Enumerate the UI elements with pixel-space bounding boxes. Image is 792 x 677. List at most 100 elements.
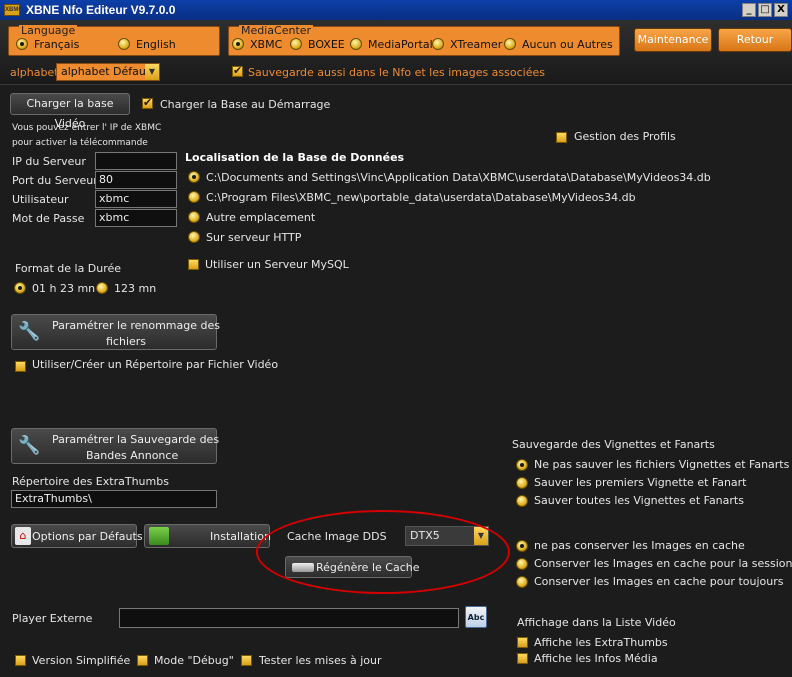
- radio-cache-session[interactable]: [516, 558, 528, 570]
- debug-mode-checkbox[interactable]: [137, 655, 148, 666]
- retour-button[interactable]: Retour: [718, 28, 792, 52]
- radio-xtreamer[interactable]: [432, 38, 444, 50]
- load-on-start-checkbox[interactable]: [142, 96, 153, 109]
- cache-session-label: Conserver les Images en cache pour la se…: [534, 557, 792, 570]
- close-button[interactable]: X: [774, 3, 788, 17]
- chevron-down-icon: ▼: [145, 64, 159, 80]
- trailers-button-line1: Paramétrer la Sauvegarde des: [52, 433, 220, 446]
- highlight-ellipse: [256, 510, 510, 594]
- simple-version-label: Version Simplifiée: [32, 654, 131, 667]
- language-label: Language: [19, 24, 78, 37]
- ip-input[interactable]: [95, 152, 177, 170]
- port-input[interactable]: 80: [95, 171, 177, 189]
- cache-none-label: ne pas conserver les Images en cache: [534, 539, 745, 552]
- ip-label: IP du Serveur: [12, 155, 86, 168]
- user-label: Utilisateur: [12, 193, 69, 206]
- thumbs-first-label: Sauver les premiers Vignette et Fanart: [534, 476, 747, 489]
- mysql-checkbox[interactable]: [188, 259, 199, 270]
- maximize-button[interactable]: □: [758, 3, 772, 17]
- trailers-settings-button[interactable]: 🔧 Paramétrer la Sauvegarde des Bandes An…: [11, 428, 220, 464]
- mediacenter-mediaportal-label: MediaPortal: [368, 38, 433, 51]
- trailers-button-line2: Bandes Annonce: [86, 449, 179, 462]
- radio-duration-hmn[interactable]: [14, 282, 26, 294]
- radio-duration-mn[interactable]: [96, 282, 108, 294]
- language-francais-label: Français: [34, 38, 80, 51]
- radio-thumbs-first[interactable]: [516, 477, 528, 489]
- install-icon: [149, 527, 169, 545]
- db-location-http-label: Sur serveur HTTP: [206, 231, 302, 244]
- duration-mn-label: 123 mn: [114, 282, 157, 295]
- radio-db-location-other[interactable]: [188, 211, 200, 223]
- profiles-checkbox[interactable]: [556, 132, 567, 143]
- db-location-other-label: Autre emplacement: [206, 211, 316, 224]
- mediacenter-xtreamer-label: XTreamer: [450, 38, 503, 51]
- wrench-icon: 🔧: [18, 435, 41, 456]
- show-extrathumbs-label: Affiche les ExtraThumbs: [534, 636, 668, 649]
- show-media-info-checkbox[interactable]: [517, 653, 528, 664]
- radio-cache-none[interactable]: [516, 540, 528, 552]
- load-video-db-button[interactable]: Charger la base Vidéo: [10, 93, 130, 130]
- load-on-start-label: Charger la Base au Démarrage: [160, 98, 331, 111]
- save-nfo-label: Sauvegarde aussi dans le Nfo et les imag…: [248, 66, 545, 79]
- list-display-title: Affichage dans la Liste Vidéo: [517, 616, 676, 629]
- language-english-label: English: [136, 38, 176, 51]
- radio-thumbs-all[interactable]: [516, 495, 528, 507]
- radio-english[interactable]: [118, 38, 130, 50]
- radio-xbmc[interactable]: [232, 38, 244, 50]
- browse-icon[interactable]: Abc: [465, 606, 487, 628]
- wrench-icon: 🔧: [18, 321, 41, 342]
- thumbs-none-label: Ne pas sauver les fichiers Vignettes et …: [534, 458, 790, 471]
- radio-aucun[interactable]: [504, 38, 516, 50]
- radio-mediaportal[interactable]: [350, 38, 362, 50]
- password-label: Mot de Passe: [12, 212, 85, 225]
- mediacenter-label: MediaCenter: [239, 24, 314, 37]
- thumbs-all-label: Sauver toutes les Vignettes et Fanarts: [534, 494, 744, 507]
- home-icon: ⌂: [15, 527, 31, 545]
- cache-forever-label: Conserver les Images en cache pour toujo…: [534, 575, 784, 588]
- port-label: Port du Serveur: [12, 174, 98, 187]
- db-location-title: Localisation de la Base de Données: [185, 151, 405, 164]
- debug-mode-label: Mode "Débug": [154, 654, 234, 667]
- divider: [0, 84, 792, 85]
- alphabet-select-value: alphabet Défaut: [61, 65, 151, 78]
- radio-db-location-2[interactable]: [188, 191, 200, 203]
- title-bar: XBMC XBNE Nfo Editeur V9.7.0.0 _ □ X: [0, 0, 792, 20]
- extrathumbs-dir-input[interactable]: ExtraThumbs\: [11, 490, 217, 508]
- save-nfo-checkbox[interactable]: [232, 64, 243, 77]
- installation-button[interactable]: Installation: [144, 524, 271, 548]
- external-player-label: Player Externe: [12, 612, 93, 625]
- radio-francais[interactable]: [16, 38, 28, 50]
- thumbs-save-title: Sauvegarde des Vignettes et Fanarts: [512, 438, 715, 451]
- rename-settings-button[interactable]: 🔧 Paramétrer le renommage des fichiers: [11, 314, 220, 350]
- radio-db-location-1[interactable]: [188, 171, 200, 183]
- show-extrathumbs-checkbox[interactable]: [517, 637, 528, 648]
- simple-version-checkbox[interactable]: [15, 655, 26, 666]
- user-input[interactable]: xbmc: [95, 190, 177, 208]
- db-location-1-label: C:\Documents and Settings\Vinc\Applicati…: [206, 171, 711, 184]
- external-player-input[interactable]: [119, 608, 459, 628]
- duration-format-label: Format de la Durée: [15, 262, 122, 275]
- mediacenter-aucun-label: Aucun ou Autres: [522, 38, 613, 51]
- per-file-dir-checkbox[interactable]: [15, 361, 26, 372]
- remote-note-2: pour activer la télécommande: [12, 138, 148, 148]
- check-updates-checkbox[interactable]: [241, 655, 252, 666]
- duration-hmn-label: 01 h 23 mn: [32, 282, 96, 295]
- check-updates-label: Tester les mises à jour: [259, 654, 382, 667]
- remote-note-1: Vous pouvez entrer l' IP de XBMC: [12, 123, 162, 133]
- password-input[interactable]: xbmc: [95, 209, 177, 227]
- extrathumbs-dir-label: Répertoire des ExtraThumbs: [12, 475, 169, 488]
- defaults-button[interactable]: ⌂ Options par Défauts: [11, 524, 143, 548]
- defaults-button-label: Options par Défauts: [32, 530, 143, 543]
- radio-thumbs-none[interactable]: [516, 459, 528, 471]
- per-file-dir-label: Utiliser/Créer un Répertoire par Fichier…: [32, 358, 279, 371]
- alphabet-select[interactable]: alphabet Défaut ▼: [56, 63, 160, 81]
- window-title: XBNE Nfo Editeur V9.7.0.0: [26, 3, 176, 17]
- db-location-2-label: C:\Program Files\XBMC_new\portable_data\…: [206, 191, 636, 204]
- minimize-button[interactable]: _: [742, 3, 756, 17]
- radio-boxee[interactable]: [290, 38, 302, 50]
- profiles-label: Gestion des Profils: [574, 130, 676, 143]
- radio-cache-forever[interactable]: [516, 576, 528, 588]
- rename-button-line1: Paramétrer le renommage des: [52, 319, 220, 332]
- maintenance-button[interactable]: Maintenance: [634, 28, 712, 52]
- radio-db-location-http[interactable]: [188, 231, 200, 243]
